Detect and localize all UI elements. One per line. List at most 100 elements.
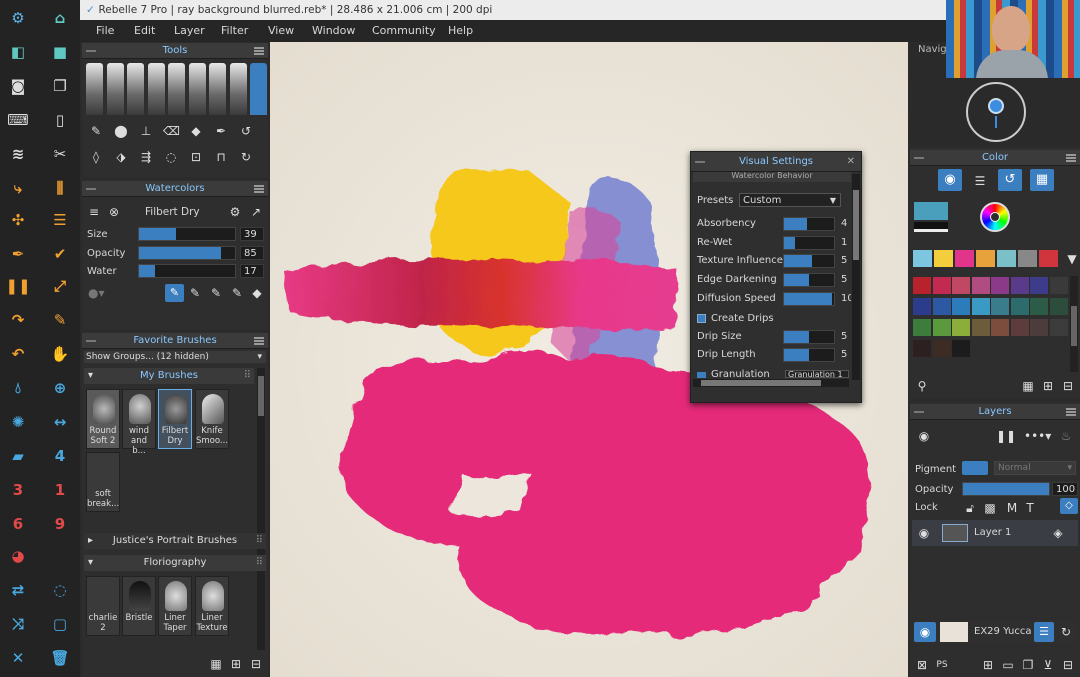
- pause-drying-icon[interactable]: ❚❚: [996, 428, 1016, 444]
- palette-swatch[interactable]: [991, 319, 1009, 336]
- tool-select-icon[interactable]: ⊡: [188, 149, 204, 165]
- layers-menu-icon[interactable]: [1066, 408, 1076, 416]
- tool-ink-pen-icon[interactable]: [147, 63, 165, 115]
- undo-icon[interactable]: ↶: [4, 340, 32, 368]
- drop-icon[interactable]: 💧︎: [4, 374, 32, 402]
- pause-icon[interactable]: ❚❚: [4, 272, 32, 300]
- palette-swatch[interactable]: [952, 298, 970, 315]
- favorites-scrollbar[interactable]: [257, 368, 265, 650]
- palette-swatch[interactable]: [971, 319, 990, 336]
- opacity-value[interactable]: 85: [240, 246, 264, 260]
- eraser-icon[interactable]: ▰: [4, 442, 32, 470]
- paper-name[interactable]: EX29 Yucca F: [974, 626, 1032, 637]
- palette-swatch[interactable]: [913, 298, 931, 315]
- reset-icon[interactable]: ⊗: [106, 204, 122, 220]
- palette-swatch[interactable]: [971, 298, 990, 315]
- duplicate-layer-icon[interactable]: ❐: [1020, 657, 1036, 673]
- redo-icon[interactable]: ↷: [4, 306, 32, 334]
- tool-dropper-icon[interactable]: ✒: [213, 123, 229, 139]
- brush-liner-texture[interactable]: Liner Texture: [195, 576, 229, 636]
- palette-view-icon[interactable]: ▦: [1020, 378, 1036, 394]
- vs-row-slider[interactable]: [783, 254, 835, 269]
- menu-help[interactable]: Help: [448, 20, 473, 42]
- new-layer-icon[interactable]: ⊞: [980, 657, 996, 673]
- paper-eye-icon[interactable]: ◉: [914, 622, 936, 642]
- navigator-dial-knob[interactable]: [988, 98, 1004, 114]
- menu-edit[interactable]: Edit: [134, 20, 155, 42]
- show-groups-dropdown[interactable]: Show Groups... (12 hidden) ▾: [84, 351, 266, 363]
- zoom-icon[interactable]: ⊕: [46, 374, 74, 402]
- swap-icon[interactable]: ↔: [46, 408, 74, 436]
- remove-color-icon[interactable]: ⊟: [1060, 378, 1076, 394]
- tool-tilt-icon[interactable]: ⬗: [113, 149, 129, 165]
- color-mode-wheel-icon[interactable]: ◉: [938, 169, 962, 191]
- color-mode-sliders-icon[interactable]: ☰: [972, 173, 988, 189]
- dry-layer-icon[interactable]: ♨: [1058, 428, 1074, 444]
- tool-lasso-icon[interactable]: ◌: [163, 149, 179, 165]
- tool-eraser-icon[interactable]: ⌫: [163, 123, 180, 139]
- palette-swatch[interactable]: [1010, 277, 1029, 294]
- watercolors-menu-icon[interactable]: [254, 185, 264, 193]
- tool-pencil-icon[interactable]: [86, 63, 103, 115]
- vs-row-slider[interactable]: [783, 217, 835, 231]
- secondary-color-swatch[interactable]: [914, 222, 948, 232]
- shuffle-icon[interactable]: ⇄: [4, 576, 32, 604]
- shortcut-number-3[interactable]: 1: [46, 476, 74, 504]
- drip-row-slider[interactable]: [783, 330, 835, 344]
- transform-icon[interactable]: ▢: [46, 610, 74, 638]
- tool-stamp-icon[interactable]: ⊥: [138, 123, 154, 139]
- recent-swatch[interactable]: [1039, 250, 1058, 267]
- tool-liner-icon[interactable]: [188, 63, 206, 115]
- tool-marker-icon[interactable]: [168, 63, 185, 115]
- list-view-icon[interactable]: ▦: [208, 656, 224, 672]
- nodes-icon[interactable]: ⤷: [4, 174, 32, 202]
- pipette-icon[interactable]: ✎: [46, 306, 74, 334]
- vs-row-slider[interactable]: [783, 273, 835, 288]
- tool-pencil-icon[interactable]: ✎: [88, 123, 104, 139]
- menu-window[interactable]: Window: [312, 20, 355, 42]
- page-icon[interactable]: ▯: [46, 106, 74, 134]
- palette-swatch[interactable]: [952, 340, 970, 357]
- water-value[interactable]: 17: [240, 264, 264, 278]
- gears-icon[interactable]: ⚙: [4, 4, 32, 32]
- palette-swatch[interactable]: [932, 277, 951, 294]
- tool-selected-brush-icon[interactable]: [250, 63, 267, 115]
- shortcut-number-5[interactable]: 9: [46, 510, 74, 538]
- tool-blend-icon[interactable]: ⇶: [138, 149, 154, 165]
- palette-swatch[interactable]: [913, 319, 931, 336]
- palette-swatch[interactable]: [913, 277, 931, 294]
- palette-swatch[interactable]: [932, 298, 951, 315]
- layer-options-icon[interactable]: ◈: [1050, 525, 1066, 541]
- tool-round-brush-icon[interactable]: [106, 63, 124, 115]
- my-brushes-group-header[interactable]: ▾ My Brushes ⠿: [84, 368, 254, 384]
- trash-icon[interactable]: 🗑︎: [46, 644, 74, 672]
- eye-slash-icon[interactable]: ◌: [46, 576, 74, 604]
- square-icon[interactable]: ■: [46, 38, 74, 66]
- favorites-menu-icon[interactable]: [254, 337, 264, 345]
- lock-icon[interactable]: 🔓︎: [962, 500, 978, 516]
- palette-swatch[interactable]: [1030, 319, 1048, 336]
- palette-swatch[interactable]: [1049, 277, 1068, 294]
- recent-swatch[interactable]: [976, 250, 995, 267]
- home-icon[interactable]: ⌂: [46, 4, 74, 32]
- keyboard-icon[interactable]: ⌨: [4, 106, 32, 134]
- remove-brush-icon[interactable]: ⊟: [248, 656, 264, 672]
- brush-mode-blend-icon[interactable]: ✎: [187, 285, 203, 301]
- color-mode-grid-icon[interactable]: ▦: [1030, 169, 1054, 191]
- sliders-icon[interactable]: ⫼: [46, 174, 74, 202]
- paper-refresh-icon[interactable]: ↻: [1058, 624, 1074, 640]
- recent-swatch[interactable]: [934, 250, 953, 267]
- color-picker-icon[interactable]: ⚲: [914, 378, 930, 394]
- tool-drop-icon[interactable]: ◊: [88, 149, 104, 165]
- pigment-toggle[interactable]: [962, 461, 988, 475]
- new-folder-icon[interactable]: ▭: [1000, 657, 1016, 673]
- vs-vscrollbar[interactable]: [852, 174, 860, 380]
- lock-alpha-icon[interactable]: ▩: [982, 500, 998, 516]
- palette-swatch[interactable]: [1030, 298, 1048, 315]
- add-brush-icon[interactable]: ⊞: [228, 656, 244, 672]
- splatter-icon[interactable]: ✺: [4, 408, 32, 436]
- recent-swatch[interactable]: [997, 250, 1016, 267]
- copy-icon[interactable]: ❐: [46, 72, 74, 100]
- brush-liner-taper[interactable]: Liner Taper: [158, 576, 192, 636]
- brush-settings-icon[interactable]: ⚙: [227, 204, 243, 220]
